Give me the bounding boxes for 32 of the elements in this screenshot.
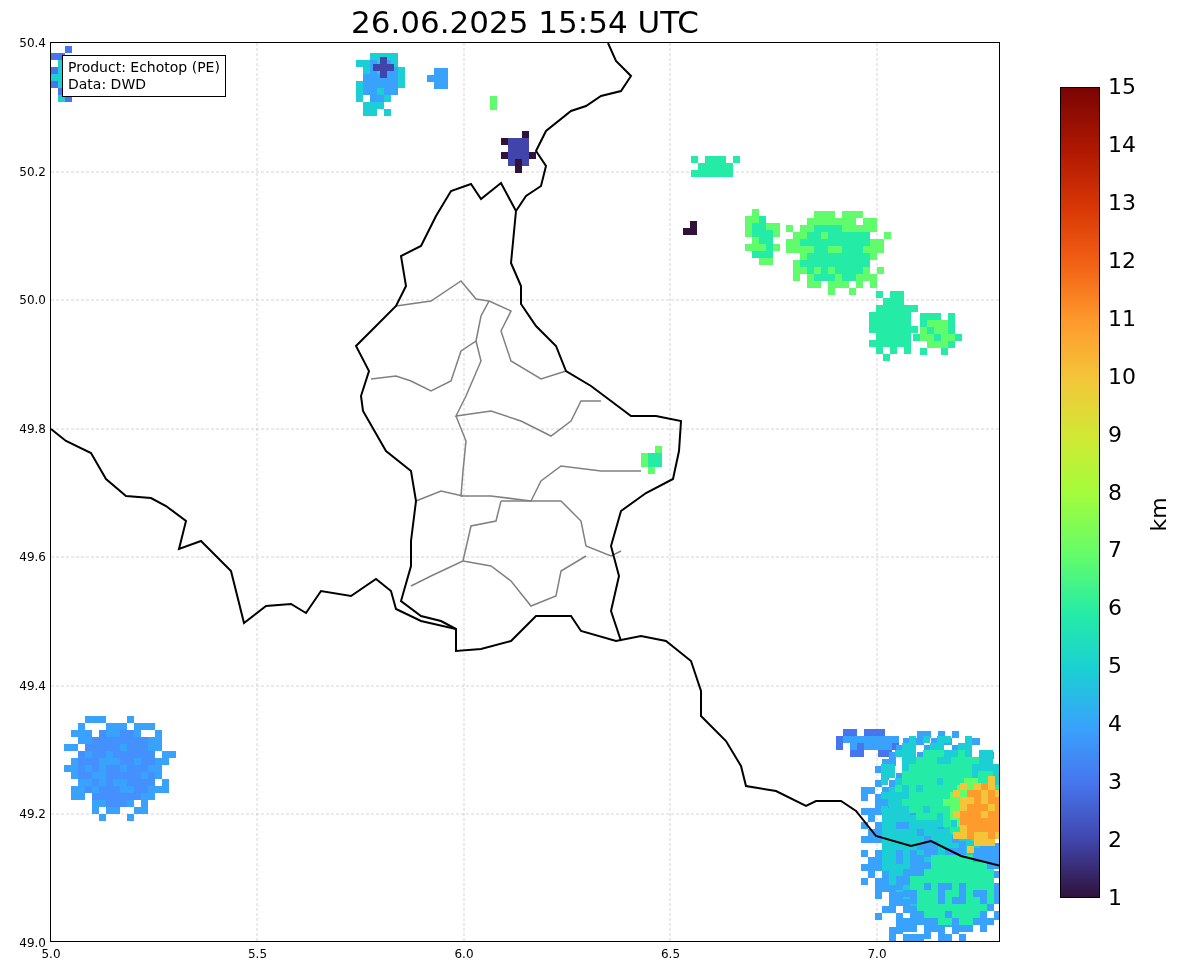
colorbar-tick-label: 6: [1108, 596, 1122, 621]
y-tick-label: 49.2: [19, 807, 46, 822]
y-tick-label: 50.4: [19, 36, 46, 50]
chart-title: 26.06.2025 15:54 UTC: [350, 3, 700, 42]
x-tick-label: 7.0: [867, 947, 887, 961]
legend-text: Data: DWD: [68, 76, 147, 93]
y-tick-label: 49.0: [19, 936, 46, 950]
colorbar-tick-label: 5: [1108, 654, 1122, 679]
colorbar-tick-label: 13: [1108, 190, 1136, 215]
y-tick-label: 49.4: [19, 678, 46, 693]
colorbar-tick-label: 3: [1108, 770, 1122, 795]
x-tick-label: 6.0: [454, 947, 474, 961]
y-tick-label: 49.8: [19, 421, 46, 436]
colorbar-tick-label: 9: [1108, 422, 1122, 447]
colorbar-tick-label: 2: [1108, 828, 1122, 853]
legend-text: Product: Echotop (PE): [68, 59, 220, 76]
x-tick-label: 5.0: [41, 947, 61, 961]
colorbar-tick-label: 10: [1108, 364, 1136, 389]
colorbar-tick-label: 14: [1108, 132, 1136, 157]
colorbar-tick-label: 8: [1108, 480, 1122, 505]
x-tick-label: 5.5: [247, 947, 268, 961]
colorbar-tick-label: 4: [1108, 712, 1122, 737]
colorbar-tick-label: 12: [1108, 248, 1136, 273]
colorbar-tick-label: 1: [1108, 886, 1122, 910]
x-tick-label: 6.5: [660, 947, 681, 961]
colorbar-label: km: [1145, 497, 1171, 532]
colorbar-tick-label: 11: [1108, 306, 1136, 331]
y-tick-label: 49.6: [19, 550, 46, 565]
colorbar-tick-label: 7: [1108, 538, 1122, 563]
y-tick-label: 50.2: [19, 164, 46, 179]
colorbar-tick-label: 15: [1108, 75, 1136, 99]
y-tick-label: 50.0: [19, 293, 46, 308]
